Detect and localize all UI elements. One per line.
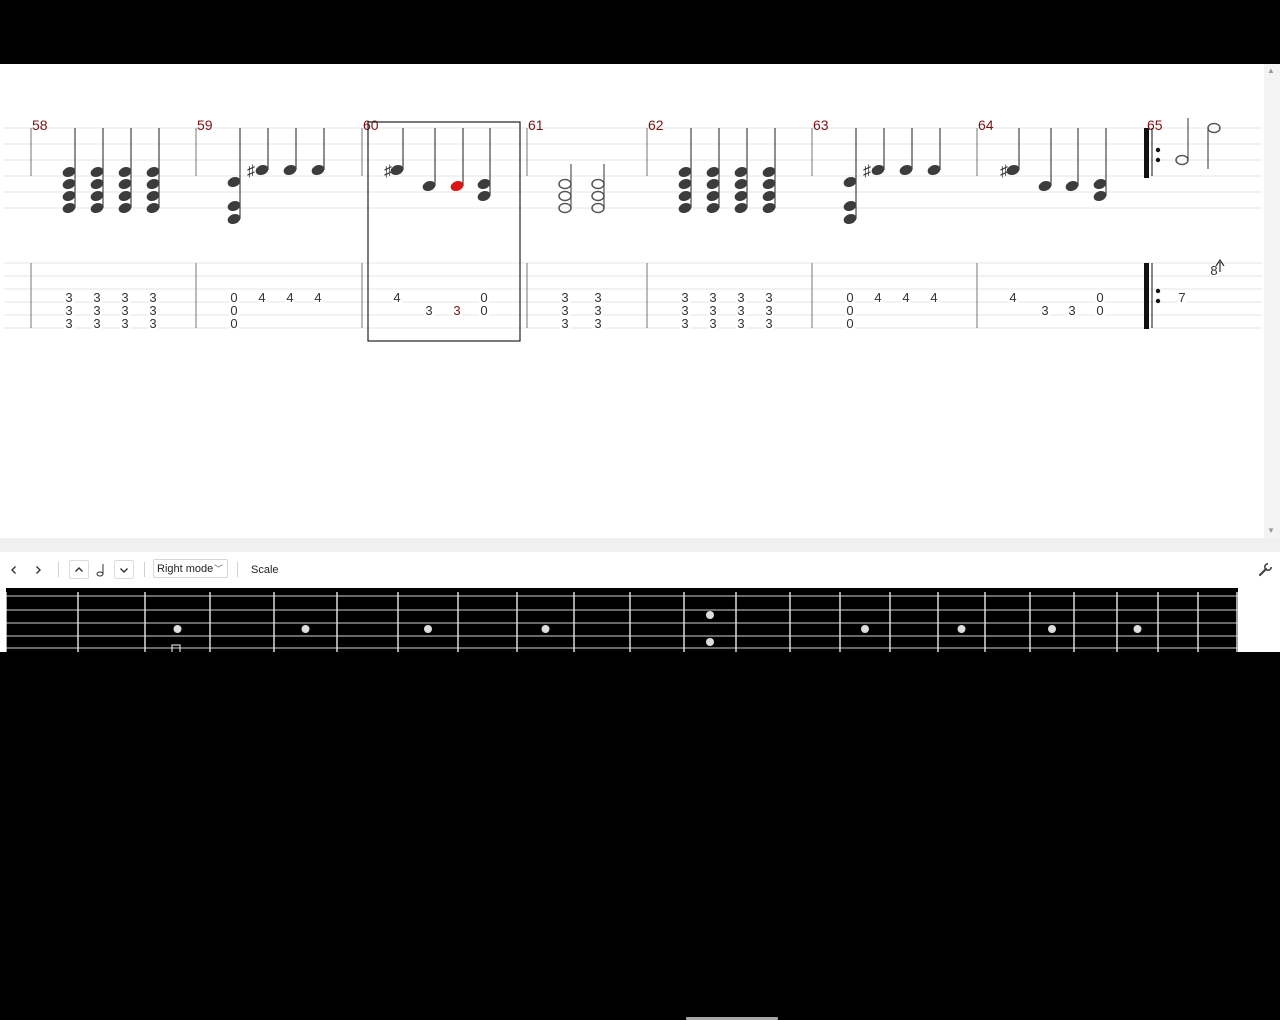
measure-number: 65: [1147, 117, 1163, 133]
tab-number: 3: [121, 316, 128, 331]
half-note-head: [591, 190, 605, 202]
chevron-down-icon: ﹀: [213, 564, 223, 574]
fretboard-panel[interactable]: [5, 588, 1238, 654]
tab-number: 4: [258, 290, 265, 305]
string-up-button[interactable]: [69, 560, 89, 579]
fret-marker: [861, 625, 869, 633]
measure-number: 63: [813, 117, 829, 133]
scroll-down-icon[interactable]: ▼: [1267, 527, 1275, 535]
repeat-bar: [1144, 263, 1149, 329]
fretboard-diagram: [5, 592, 1238, 654]
selection-box: [367, 121, 521, 342]
tab-number: 4: [930, 290, 937, 305]
tab-number: 3: [681, 316, 688, 331]
string-down-button[interactable]: [114, 560, 134, 579]
sharp-icon: ♯: [1000, 163, 1008, 180]
tab-number: 3: [65, 316, 72, 331]
chevron-right-icon: [36, 565, 41, 574]
fret-marker: [1133, 625, 1142, 633]
tab-number: 7: [1178, 290, 1185, 305]
panel-splitter-bar: [0, 538, 1280, 1020]
previous-button[interactable]: [4, 560, 24, 579]
tab-number: 4: [874, 290, 881, 305]
mode-select-value: Right mode: [157, 562, 214, 575]
fret-marker: [957, 625, 966, 633]
chevron-up-icon: [75, 566, 83, 572]
sharp-icon: ♯: [247, 163, 255, 180]
mode-select[interactable]: Right mode ﹀: [153, 559, 228, 578]
fret-marker: [706, 611, 714, 619]
settings-button[interactable]: [1255, 560, 1275, 580]
tab-number: 0: [230, 316, 237, 331]
tab-number: 3: [594, 316, 601, 331]
tab-number: 0: [846, 316, 853, 331]
score-view[interactable]: 58 3 3 3 3 3 3 3 3 3 3 3 3 59 0 0 0 4 ♯ 4 4 60 4 ♯ 3 3 0 0 61 3 3 3 3 3 3 6…: [0, 64, 1264, 538]
toolbar-divider: [237, 562, 238, 577]
fret-marker: [424, 625, 432, 633]
tab-number: 3: [709, 316, 716, 331]
repeat-dot: [1155, 298, 1161, 304]
fret-marker: [541, 625, 550, 633]
tab-number: 4: [286, 290, 293, 305]
note-icon: [96, 563, 104, 576]
tab-number: 0: [480, 303, 487, 318]
repeat-dot: [1155, 147, 1161, 153]
measure-number: 60: [363, 117, 379, 133]
half-note-head: [558, 190, 572, 202]
toolbar-divider: [58, 562, 59, 577]
tab-number: 4: [902, 290, 909, 305]
score-notation: 58333333333333590004♯4 4604♯3 300613333336…: [4, 117, 1262, 342]
measure-number: 58: [32, 117, 48, 133]
measure-number: 61: [528, 117, 544, 133]
tab-number: 3: [453, 303, 460, 318]
fret-marker: [706, 638, 714, 646]
tab-number: 4: [1009, 290, 1016, 305]
tab-number: 4: [393, 290, 400, 305]
tab-number: 4: [314, 290, 321, 305]
tab-number: 3: [93, 316, 100, 331]
measure-number: 62: [648, 117, 664, 133]
repeat-bar: [1144, 128, 1149, 178]
tab-number: 3: [149, 316, 156, 331]
toolbar-divider: [144, 562, 145, 577]
fret-marker: [1048, 625, 1056, 633]
repeat-dot: [1155, 157, 1161, 163]
half-note-head: [558, 178, 572, 190]
measure-number: 64: [978, 117, 994, 133]
chevron-left-icon: [11, 565, 16, 574]
fret-marker: [173, 625, 182, 633]
vertical-scrollbar[interactable]: ▲ ▼: [1264, 64, 1280, 538]
scale-button-label: Scale: [251, 563, 279, 576]
measure-number: 59: [197, 117, 213, 133]
note-duration-button[interactable]: [92, 560, 112, 579]
app-window: 58 3 3 3 3 3 3 3 3 3 3 3 3 59 0 0 0 4 ♯ 4 4 60 4 ♯ 3 3 0 0 61 3 3 3 3 3 3 6…: [0, 64, 1280, 1020]
scroll-up-icon[interactable]: ▲: [1267, 67, 1275, 75]
scale-button[interactable]: Scale: [248, 561, 282, 578]
sharp-icon: ♯: [384, 163, 392, 180]
tab-number: 3: [561, 316, 568, 331]
tab-number: 3: [1068, 303, 1075, 318]
tab-number: 3: [737, 316, 744, 331]
next-button[interactable]: [28, 560, 48, 579]
repeat-dot: [1155, 288, 1161, 294]
tab-number: 3: [1041, 303, 1048, 318]
sharp-icon: ♯: [863, 163, 871, 180]
half-note-head: [591, 178, 605, 190]
tab-number: 3: [765, 316, 772, 331]
tab-number: 3: [425, 303, 432, 318]
wrench-icon: [1258, 562, 1273, 577]
tab-number: 0: [1096, 303, 1103, 318]
fretboard-toolbar: Right mode ﹀ Scale: [0, 556, 1280, 584]
chevron-down-icon: [120, 567, 128, 573]
fret-marker: [301, 625, 310, 633]
